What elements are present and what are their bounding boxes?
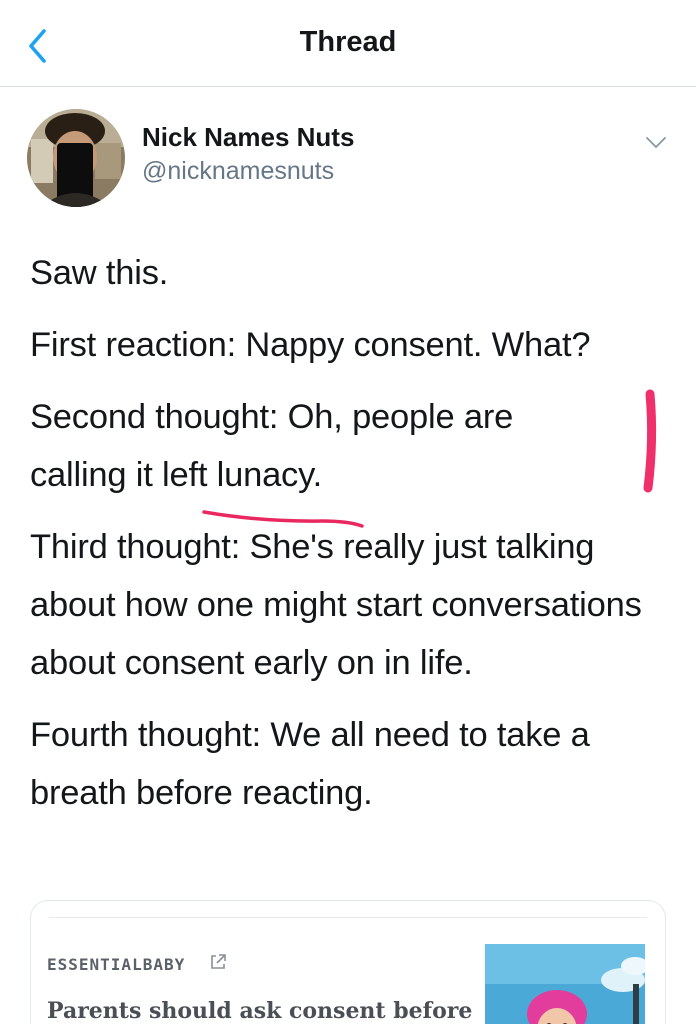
- card-thumbnail: [485, 944, 645, 1024]
- card-headline: Parents should ask consent before: [47, 998, 473, 1024]
- tweet-paragraph: Third thought: She's really just talking…: [30, 528, 642, 682]
- tweet-text: Saw this. First reaction: Nappy consent.…: [30, 244, 680, 836]
- tweet-paragraph: First reaction: Nappy consent. What?: [30, 326, 591, 364]
- author-handle[interactable]: @nicknamesnuts: [142, 157, 334, 186]
- author-name[interactable]: Nick Names Nuts: [142, 122, 354, 153]
- card-divider: [49, 917, 647, 918]
- tweet-paragraph: Fourth thought: We all need to take a br…: [30, 716, 590, 812]
- avatar[interactable]: [27, 109, 125, 207]
- tweet-paragraph: Saw this.: [30, 254, 169, 292]
- external-link-icon: [211, 954, 226, 969]
- card-source: ESSENTIALBABY: [47, 955, 186, 974]
- chevron-down-icon: [646, 137, 666, 148]
- link-preview-card[interactable]: ESSENTIALBABY Parents should ask consent…: [30, 900, 666, 1024]
- tweet-paragraph: Second thought: Oh, people are calling i…: [30, 398, 514, 494]
- page-title: Thread: [299, 26, 397, 58]
- navigation-header: Thread: [0, 0, 696, 87]
- tweet-menu-button[interactable]: [640, 130, 672, 154]
